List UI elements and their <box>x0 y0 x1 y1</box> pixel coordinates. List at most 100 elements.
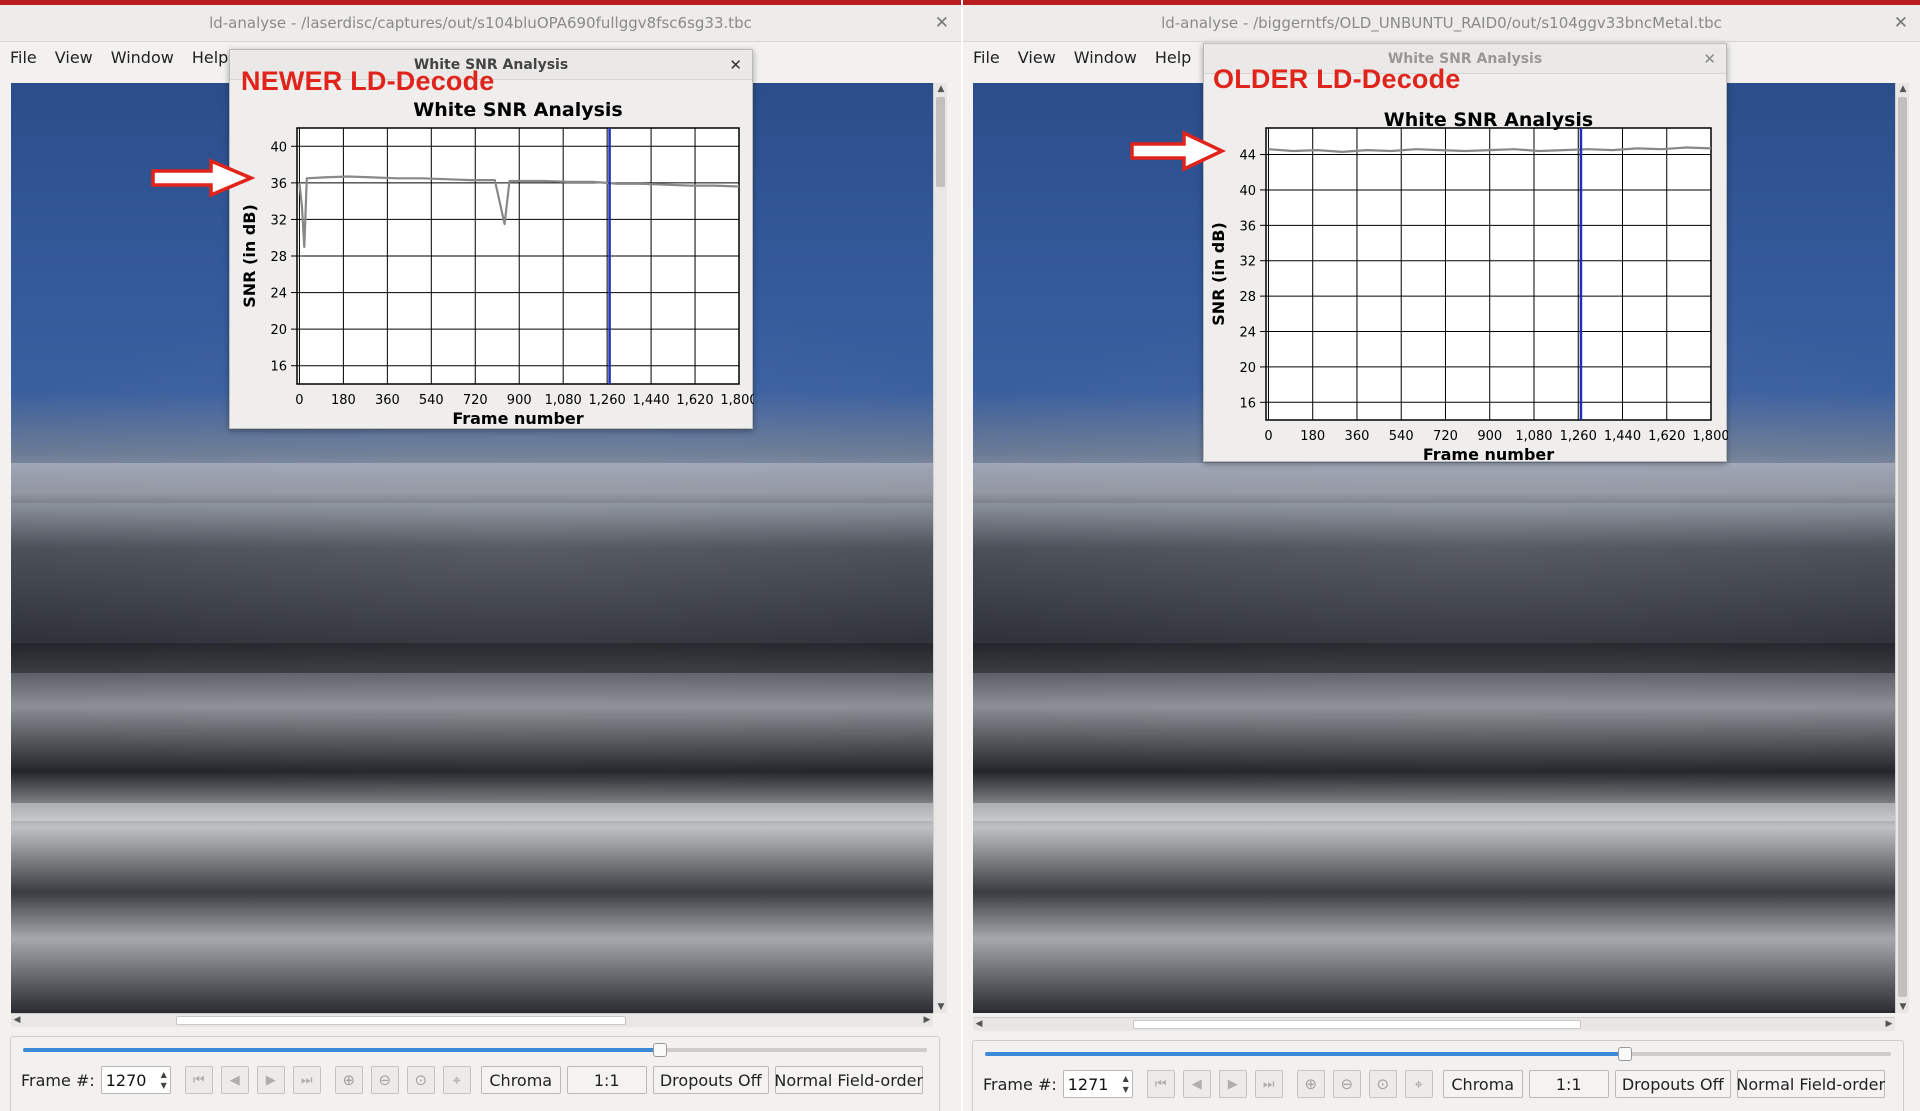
menu-view[interactable]: View <box>1018 48 1056 67</box>
scroll-left-icon[interactable]: ◀ <box>11 1014 23 1027</box>
snr-chart: White SNR Analysis 0 180 360 540 720 900 1,080 1… <box>1209 109 1730 464</box>
white-snr-dialog-older[interactable]: White SNR Analysis ✕ White SNR Analysis 0… <box>1203 43 1730 464</box>
menu-help[interactable]: Help <box>1155 48 1191 67</box>
scroll-up-icon[interactable]: ▲ <box>1897 83 1909 95</box>
x-tick-label: 1,440 <box>632 393 669 408</box>
window-titlebar: ld-analyse - /biggerntfs/OLD_UNBUNTU_RAI… <box>963 5 1920 42</box>
menu-help[interactable]: Help <box>192 48 228 67</box>
scroll-left-icon[interactable]: ◀ <box>973 1018 985 1031</box>
x-tick-label: 1,800 <box>1692 429 1728 444</box>
vertical-scroll-thumb[interactable] <box>936 97 945 187</box>
aspect-ratio-button[interactable]: 1:1 <box>566 1066 647 1094</box>
close-icon[interactable]: ✕ <box>1703 50 1716 68</box>
close-icon[interactable]: ✕ <box>935 13 949 33</box>
horizontal-scroll-thumb[interactable] <box>1133 1020 1581 1029</box>
white-snr-dialog-newer[interactable]: White SNR Analysis ✕ White SNR Analysis 0… <box>229 49 758 429</box>
horizontal-scrollbar[interactable]: ◀ ▶ <box>11 1013 933 1027</box>
field-order-button[interactable]: Normal Field-order <box>774 1066 923 1094</box>
previous-icon: ◀ <box>229 1072 240 1088</box>
spin-arrows-icon[interactable]: ▲ ▼ <box>159 1069 169 1091</box>
aspect-ratio-button[interactable]: 1:1 <box>1528 1070 1609 1098</box>
zoom-in-icon: ⊕ <box>1304 1075 1318 1093</box>
frame-number-input[interactable]: 1270 ▲ ▼ <box>100 1066 171 1094</box>
skip-start-icon: ⏮ <box>192 1072 205 1088</box>
next-frame-button[interactable]: ▶ <box>1218 1070 1247 1098</box>
y-tick-label: 24 <box>270 287 287 302</box>
window-titlebar: ld-analyse - /laserdisc/captures/out/s10… <box>0 5 961 42</box>
y-tick-label: 44 <box>1239 149 1256 164</box>
x-tick-label: 0 <box>1264 429 1272 444</box>
scroll-down-icon[interactable]: ▼ <box>1897 1001 1909 1013</box>
zoom-original-button[interactable]: ⊙ <box>406 1066 435 1094</box>
zoom-in-button[interactable]: ⊕ <box>1296 1070 1325 1098</box>
slider-fill <box>23 1048 661 1052</box>
vertical-scrollbar[interactable]: ▲ ▼ <box>1895 83 1909 1013</box>
x-tick-label: 1,620 <box>1648 429 1685 444</box>
zoom-in-button[interactable]: ⊕ <box>334 1066 363 1094</box>
zoom-out-button[interactable]: ⊖ <box>1332 1070 1361 1098</box>
x-tick-label: 1,080 <box>545 393 582 408</box>
spin-arrows-icon[interactable]: ▲ ▼ <box>1121 1073 1131 1095</box>
y-axis-label: SNR (in dB) <box>240 204 259 308</box>
previous-frame-button[interactable]: ◀ <box>220 1066 249 1094</box>
dropouts-button[interactable]: Dropouts Off <box>1614 1070 1731 1098</box>
y-tick-label: 16 <box>1239 396 1256 411</box>
menu-window[interactable]: Window <box>1074 48 1137 67</box>
scroll-right-icon[interactable]: ▶ <box>1883 1018 1895 1031</box>
chart-title: White SNR Analysis <box>1384 109 1594 131</box>
vertical-scrollbar[interactable]: ▲ ▼ <box>933 83 947 1013</box>
y-axis-label: SNR (in dB) <box>1209 222 1228 326</box>
scroll-right-icon[interactable]: ▶ <box>921 1014 933 1027</box>
dropouts-button[interactable]: Dropouts Off <box>652 1066 769 1094</box>
y-tick-label: 20 <box>1239 361 1256 376</box>
frame-number-input[interactable]: 1271 ▲ ▼ <box>1062 1070 1133 1098</box>
x-tick-label: 900 <box>507 393 532 408</box>
x-tick-label: 720 <box>463 393 488 408</box>
zoom-original-button[interactable]: ⊙ <box>1368 1070 1397 1098</box>
y-tick-label: 32 <box>1239 255 1256 270</box>
menu-file[interactable]: File <box>10 48 37 67</box>
menu-view[interactable]: View <box>55 48 93 67</box>
y-tick-label: 36 <box>1239 219 1256 234</box>
x-axis-label: Frame number <box>1423 445 1554 461</box>
x-tick-label: 1,800 <box>720 393 754 408</box>
menu-file[interactable]: File <box>973 48 1000 67</box>
previous-frame-button[interactable]: ◀ <box>1182 1070 1211 1098</box>
frame-slider[interactable] <box>985 1047 1891 1061</box>
zoom-out-button[interactable]: ⊖ <box>370 1066 399 1094</box>
first-frame-button[interactable]: ⏮ <box>184 1066 213 1094</box>
x-tick-label: 900 <box>1477 429 1502 444</box>
frame-number-value: 1271 <box>1067 1074 1109 1094</box>
annotation-older-label: OLDER LD-Decode <box>1213 64 1461 94</box>
playback-controls: Frame #: 1270 ▲ ▼ ⏮ ◀ ▶ ⏭ ⊕ ⊖ ⊙ ⌖ Chroma … <box>10 1036 940 1111</box>
crosshair-icon: ⌖ <box>1414 1075 1423 1093</box>
next-frame-button[interactable]: ▶ <box>256 1066 285 1094</box>
chroma-button[interactable]: Chroma <box>1442 1070 1523 1098</box>
y-tick-label: 36 <box>270 177 287 192</box>
mouse-mode-button[interactable]: ⌖ <box>442 1066 471 1094</box>
frame-slider[interactable] <box>23 1043 927 1057</box>
zoom-original-icon: ⊙ <box>1376 1075 1390 1093</box>
scroll-down-icon[interactable]: ▼ <box>935 1001 947 1013</box>
chroma-button[interactable]: Chroma <box>480 1066 561 1094</box>
vertical-scroll-thumb[interactable] <box>1898 97 1907 997</box>
first-frame-button[interactable]: ⏮ <box>1146 1070 1175 1098</box>
y-tick-label: 32 <box>270 213 287 228</box>
slider-knob[interactable] <box>1617 1047 1632 1061</box>
snr-chart: White SNR Analysis 0 180 360 540 720 900 1,080 1… <box>240 99 758 428</box>
x-tick-label: 1,620 <box>676 393 713 408</box>
annotation-newer-label: NEWER LD-Decode <box>241 66 495 96</box>
scroll-up-icon[interactable]: ▲ <box>935 83 947 95</box>
menu-window[interactable]: Window <box>111 48 174 67</box>
last-frame-button[interactable]: ⏭ <box>1254 1070 1283 1098</box>
field-order-button[interactable]: Normal Field-order <box>1736 1070 1885 1098</box>
close-icon[interactable]: ✕ <box>1894 13 1908 33</box>
close-icon[interactable]: ✕ <box>729 56 742 74</box>
zoom-in-icon: ⊕ <box>342 1071 356 1089</box>
slider-knob[interactable] <box>653 1043 668 1057</box>
y-tick-label: 40 <box>1239 184 1256 199</box>
horizontal-scroll-thumb[interactable] <box>176 1016 626 1025</box>
horizontal-scrollbar[interactable]: ◀ ▶ <box>973 1017 1895 1031</box>
mouse-mode-button[interactable]: ⌖ <box>1404 1070 1433 1098</box>
last-frame-button[interactable]: ⏭ <box>292 1066 321 1094</box>
